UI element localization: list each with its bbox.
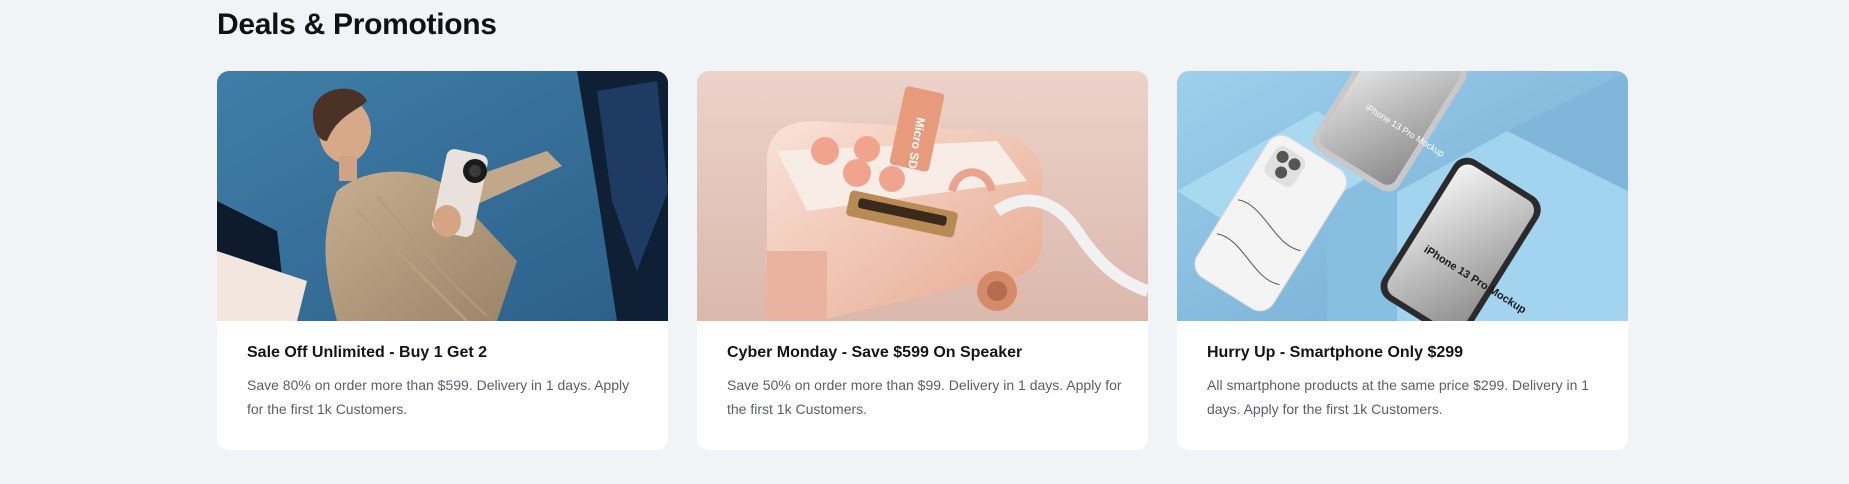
iphone-mockups-illustration: iPhone 13 Pro Mockup iPhone 13 Pro Mocku… xyxy=(1177,71,1628,321)
woman-holding-phone-image xyxy=(217,71,668,321)
deal-card-title: Cyber Monday - Save $599 On Speaker xyxy=(727,344,1023,361)
section-title: Deals & Promotions xyxy=(217,8,497,41)
deal-card-description: All smartphone products at the same pric… xyxy=(1207,377,1590,417)
deal-card-body: Cyber Monday - Save $599 On Speaker Save… xyxy=(727,343,1122,421)
deal-card-title: Hurry Up - Smartphone Only $299 xyxy=(1207,344,1464,361)
woman-holding-phone-illustration xyxy=(217,71,668,321)
deals-promotions-section: Deals & Promotions Sale Off Unlimited - … xyxy=(217,0,1628,484)
deal-card-description: Save 80% on order more than $599. Delive… xyxy=(247,377,630,417)
iphone-mockups-image: iPhone 13 Pro Mockup iPhone 13 Pro Mocku… xyxy=(1177,71,1628,321)
deal-card-description: Save 50% on order more than $99. Deliver… xyxy=(727,377,1122,417)
pink-speaker-image: Micro SD xyxy=(697,71,1148,321)
deal-card[interactable]: Micro SD Cyber Monday - Save $599 On Spe… xyxy=(697,71,1148,450)
deal-card-body: Hurry Up - Smartphone Only $299 All smar… xyxy=(1207,343,1602,421)
deal-card-title: Sale Off Unlimited - Buy 1 Get 2 xyxy=(247,344,488,361)
deal-card[interactable]: iPhone 13 Pro Mockup iPhone 13 Pro Mocku… xyxy=(1177,71,1628,450)
deal-cards-row: Sale Off Unlimited - Buy 1 Get 2 Save 80… xyxy=(217,71,1628,450)
deal-card[interactable]: Sale Off Unlimited - Buy 1 Get 2 Save 80… xyxy=(217,71,668,450)
pink-speaker-illustration: Micro SD xyxy=(697,71,1148,321)
deal-card-body: Sale Off Unlimited - Buy 1 Get 2 Save 80… xyxy=(247,343,642,421)
